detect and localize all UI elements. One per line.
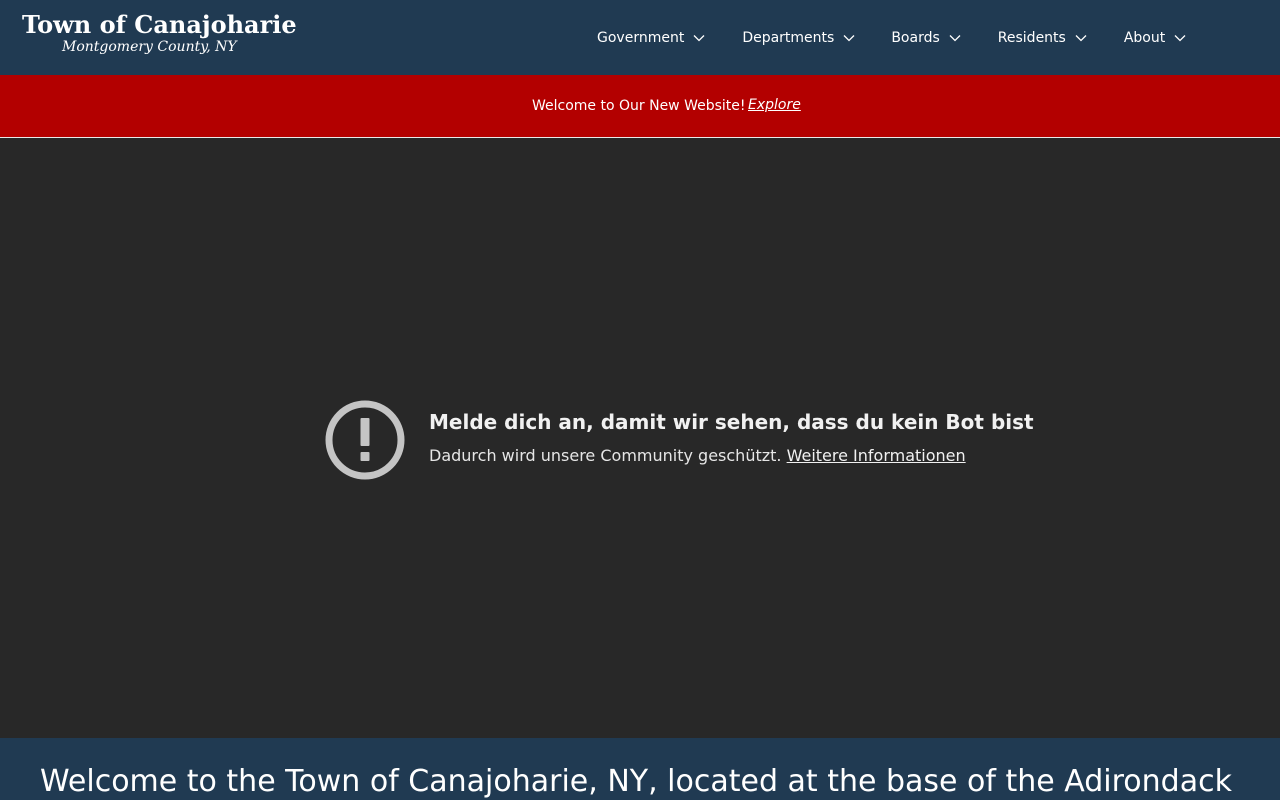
site-header: Town of Canajoharie Montgomery County, N… bbox=[0, 0, 1280, 75]
chevron-down-icon bbox=[693, 35, 705, 42]
nav-item-government[interactable]: Government bbox=[597, 26, 705, 50]
bot-check-heading: Melde dich an, damit wir sehen, dass du … bbox=[429, 410, 1034, 434]
main-nav: Government Departments Boards Residents … bbox=[597, 26, 1186, 50]
nav-item-about[interactable]: About bbox=[1124, 26, 1186, 50]
site-logo[interactable]: Town of Canajoharie Montgomery County, N… bbox=[22, 10, 297, 56]
nav-item-label: Government bbox=[597, 30, 685, 46]
nav-item-boards[interactable]: Boards bbox=[891, 26, 961, 50]
nav-item-residents[interactable]: Residents bbox=[998, 26, 1087, 50]
more-info-link[interactable]: Weitere Informationen bbox=[787, 446, 966, 465]
embedded-video-area: Melde dich an, damit wir sehen, dass du … bbox=[0, 138, 1280, 738]
chevron-down-icon bbox=[1174, 35, 1186, 42]
explore-link[interactable]: Explore bbox=[748, 94, 801, 116]
nav-item-label: About bbox=[1123, 30, 1166, 46]
nav-item-label: Departments bbox=[742, 30, 835, 46]
exclamation-circle-icon bbox=[325, 400, 405, 480]
nav-item-label: Boards bbox=[891, 30, 940, 46]
logo-subtitle: Montgomery County, NY bbox=[62, 39, 237, 55]
welcome-section: Welcome to the Town of Canajoharie, NY, … bbox=[0, 738, 1280, 800]
logo-title: Town of Canajoharie bbox=[22, 10, 297, 39]
bot-check-body: Dadurch wird unsere Community geschützt. bbox=[429, 446, 782, 465]
banner-text: Welcome to Our New Website! bbox=[532, 98, 746, 114]
welcome-heading: Welcome to the Town of Canajoharie, NY, … bbox=[40, 764, 1232, 799]
chevron-down-icon bbox=[1075, 35, 1087, 42]
announcement-banner: Welcome to Our New Website! Explore bbox=[0, 75, 1280, 138]
chevron-down-icon bbox=[949, 35, 961, 42]
chevron-down-icon bbox=[843, 35, 855, 42]
nav-item-label: Residents bbox=[997, 30, 1066, 46]
bot-check-message: Dadurch wird unsere Community geschützt.… bbox=[429, 444, 966, 468]
nav-item-departments[interactable]: Departments bbox=[742, 26, 855, 50]
